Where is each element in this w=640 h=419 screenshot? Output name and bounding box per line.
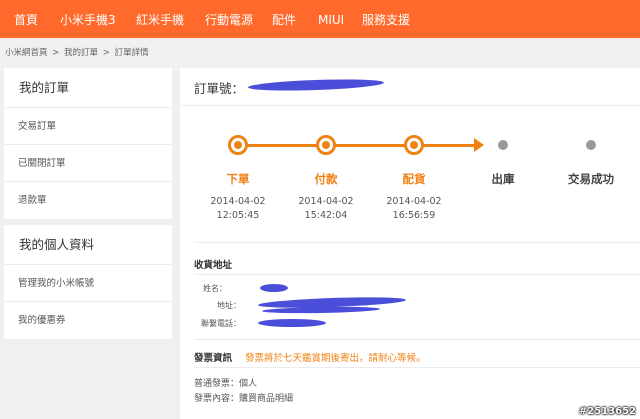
breadcrumb-home[interactable]: 小米網首頁 — [5, 48, 48, 58]
sidebar-item-closed-orders[interactable]: 已關閉訂單 — [4, 145, 172, 182]
step-label-packing: 配貨 — [402, 172, 426, 186]
step-label-paid: 付款 — [314, 172, 338, 186]
nav-miui[interactable]: MIUI — [318, 0, 344, 38]
sidebar-profile-title: 我的個人資料 — [4, 225, 172, 265]
section-divider — [194, 367, 640, 368]
redaction-scribble — [260, 284, 288, 292]
breadcrumb-separator: > — [102, 48, 110, 58]
step-date: 2014-04-02 — [386, 196, 442, 207]
step-time: 16:56:59 — [392, 210, 436, 221]
breadcrumb-current: 訂單詳情 — [114, 48, 149, 58]
invoice-type: 普通發票：個人 — [194, 379, 258, 389]
sidebar-orders: 我的訂單 交易訂單 已關閉訂單 退款單 — [4, 68, 172, 219]
section-divider — [194, 274, 640, 275]
step-date: 2014-04-02 — [298, 196, 354, 207]
recipient-name-label: 姓名： — [203, 284, 227, 293]
progress-arrow-icon — [474, 138, 484, 152]
step-node-complete — [586, 140, 596, 150]
nav-mi3[interactable]: 小米手機3 — [60, 0, 116, 38]
breadcrumb-orders[interactable]: 我的訂單 — [64, 48, 98, 58]
sidebar-profile: 我的個人資料 管理我的小米帳號 我的優惠券 — [4, 225, 172, 339]
top-nav: 首頁 小米手機3 紅米手機 行動電源 配件 MIUI 服務支援 — [0, 0, 640, 38]
breadcrumb: 小米網首頁 > 我的訂單 > 訂單詳情 — [5, 46, 151, 58]
phone-label: 聯繫電話： — [201, 319, 241, 328]
progress-line — [238, 144, 478, 147]
step-node-paid — [316, 135, 336, 155]
order-number-label: 訂單號： — [194, 81, 245, 96]
nav-support[interactable]: 服務支援 — [362, 0, 410, 38]
invoice-note: 發票將於七天鑑賞期後寄出，請耐心等候。 — [245, 353, 426, 364]
sidebar-item-account[interactable]: 管理我的小米帳號 — [4, 265, 172, 302]
step-date: 2014-04-02 — [210, 196, 266, 207]
breadcrumb-separator: > — [52, 48, 60, 58]
section-divider — [194, 242, 640, 243]
section-divider — [194, 339, 640, 340]
step-node-packing — [404, 135, 424, 155]
nav-accessories[interactable]: 配件 — [272, 0, 296, 38]
step-label-order-placed: 下單 — [226, 172, 250, 186]
watermark: #2513652 — [578, 406, 636, 417]
sidebar-orders-title: 我的訂單 — [4, 68, 172, 108]
step-label-shipped: 出庫 — [491, 172, 515, 186]
sidebar-item-refunds[interactable]: 退款單 — [4, 182, 172, 219]
nav-home[interactable]: 首頁 — [14, 0, 38, 38]
nav-power-bank[interactable]: 行動電源 — [205, 0, 253, 38]
redaction-scribble — [258, 319, 326, 327]
nav-redmi[interactable]: 紅米手機 — [136, 0, 184, 38]
invoice-content: 發票內容：購買商品明細 — [194, 394, 294, 404]
step-time: 15:42:04 — [304, 210, 348, 221]
step-time: 12:05:45 — [216, 210, 260, 221]
step-label-complete: 交易成功 — [568, 172, 614, 186]
step-node-order-placed — [228, 135, 248, 155]
invoice-section-title: 發票資訊 — [194, 353, 233, 364]
address-label: 地址： — [217, 301, 241, 310]
sidebar-item-coupons[interactable]: 我的優惠券 — [4, 302, 172, 339]
shipping-section-title: 收貨地址 — [194, 260, 233, 271]
step-node-shipped — [498, 140, 508, 150]
sidebar-item-trade-orders[interactable]: 交易訂單 — [4, 108, 172, 145]
